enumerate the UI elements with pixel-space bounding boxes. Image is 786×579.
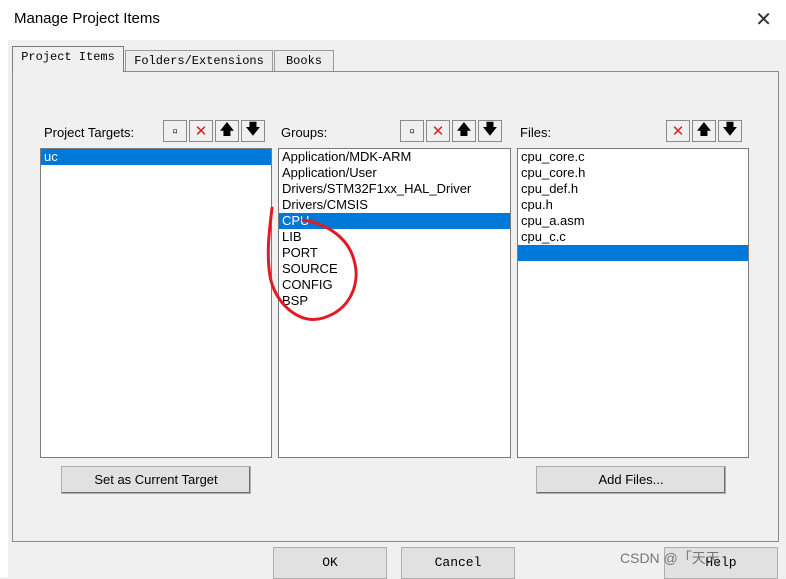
left-edge bbox=[0, 0, 8, 577]
arrow-up-icon: 🡅 bbox=[696, 120, 712, 138]
target-item[interactable]: uc bbox=[41, 149, 271, 165]
file-item[interactable]: cpu_core.c bbox=[518, 149, 748, 165]
new-group-button[interactable]: ▫ bbox=[400, 120, 424, 142]
window-title: Manage Project Items bbox=[14, 10, 160, 27]
tab-label: Books bbox=[285, 54, 322, 68]
delete-target-button[interactable]: ✕ bbox=[189, 120, 213, 142]
file-item-selected-empty[interactable] bbox=[518, 245, 748, 261]
new-item-icon: ▫ bbox=[172, 122, 178, 140]
new-item-icon: ▫ bbox=[409, 122, 415, 140]
group-item[interactable]: Drivers/STM32F1xx_HAL_Driver bbox=[279, 181, 510, 197]
button-label: OK bbox=[322, 555, 338, 570]
move-target-down-button[interactable]: 🡇 bbox=[241, 120, 265, 142]
tab-label: Project Items bbox=[21, 50, 115, 64]
cancel-button[interactable]: Cancel bbox=[401, 547, 515, 579]
targets-list[interactable]: uc bbox=[40, 148, 272, 458]
move-file-up-button[interactable]: 🡅 bbox=[692, 120, 716, 142]
file-item[interactable]: cpu_core.h bbox=[518, 165, 748, 181]
tab-project-items[interactable]: Project Items bbox=[12, 46, 124, 72]
button-label: Add Files... bbox=[598, 472, 664, 487]
arrow-up-icon: 🡅 bbox=[219, 120, 235, 138]
tab-label: Folders/Extensions bbox=[134, 54, 264, 68]
delete-icon: ✕ bbox=[671, 123, 685, 140]
file-item[interactable]: cpu_a.asm bbox=[518, 213, 748, 229]
group-item[interactable]: Application/User bbox=[279, 165, 510, 181]
new-target-button[interactable]: ▫ bbox=[163, 120, 187, 142]
title-bar: Manage Project Items ✕ bbox=[0, 0, 786, 40]
tab-folders-extensions[interactable]: Folders/Extensions bbox=[125, 50, 273, 71]
delete-file-button[interactable]: ✕ bbox=[666, 120, 690, 142]
arrow-down-icon: 🡇 bbox=[482, 120, 498, 138]
move-target-up-button[interactable]: 🡅 bbox=[215, 120, 239, 142]
files-list[interactable]: cpu_core.c cpu_core.h cpu_def.h cpu.h cp… bbox=[517, 148, 749, 458]
ok-button[interactable]: OK bbox=[273, 547, 387, 579]
move-group-down-button[interactable]: 🡇 bbox=[478, 120, 502, 142]
arrow-up-icon: 🡅 bbox=[456, 120, 472, 138]
delete-icon: ✕ bbox=[194, 123, 208, 140]
csdn-watermark: CSDN @「天天 bbox=[620, 550, 720, 566]
group-item[interactable]: Application/MDK-ARM bbox=[279, 149, 510, 165]
files-label: Files: bbox=[520, 125, 552, 140]
targets-label: Project Targets: bbox=[44, 125, 135, 140]
button-label: Cancel bbox=[434, 555, 482, 570]
tab-books[interactable]: Books bbox=[274, 50, 334, 71]
add-files-button[interactable]: Add Files... bbox=[536, 466, 726, 494]
file-item[interactable]: cpu_c.c bbox=[518, 229, 748, 245]
arrow-down-icon: 🡇 bbox=[245, 120, 261, 138]
file-item[interactable]: cpu.h bbox=[518, 197, 748, 213]
groups-label: Groups: bbox=[281, 125, 328, 140]
delete-group-button[interactable]: ✕ bbox=[426, 120, 450, 142]
move-file-down-button[interactable]: 🡇 bbox=[718, 120, 742, 142]
delete-icon: ✕ bbox=[431, 123, 445, 140]
set-current-target-button[interactable]: Set as Current Target bbox=[61, 466, 251, 494]
button-label: Set as Current Target bbox=[94, 472, 218, 487]
move-group-up-button[interactable]: 🡅 bbox=[452, 120, 476, 142]
file-item[interactable]: cpu_def.h bbox=[518, 181, 748, 197]
red-annotation-circle bbox=[266, 206, 358, 321]
arrow-down-icon: 🡇 bbox=[722, 120, 738, 138]
close-icon[interactable]: ✕ bbox=[755, 7, 772, 32]
